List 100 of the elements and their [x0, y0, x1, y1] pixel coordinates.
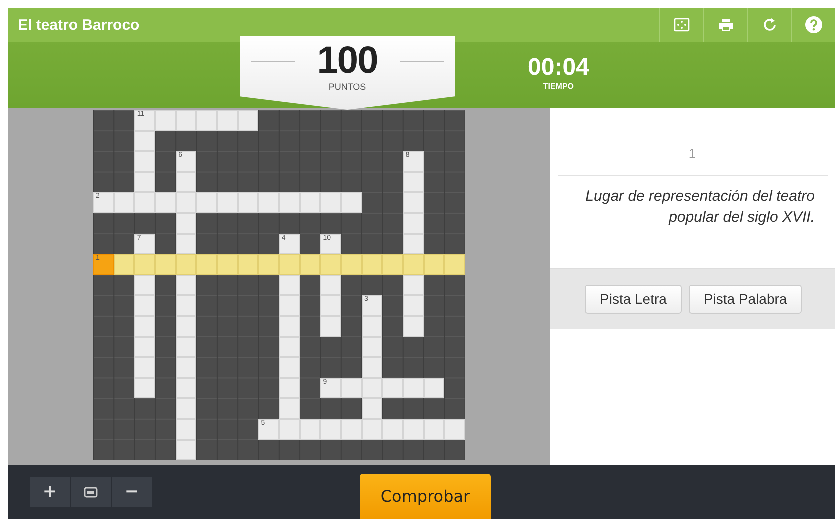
crossword-cell[interactable] — [278, 274, 300, 296]
crossword-cell[interactable] — [362, 418, 382, 440]
crossword-cell[interactable] — [320, 295, 341, 316]
crossword-cell[interactable] — [402, 316, 424, 337]
crossword-cell[interactable] — [134, 172, 155, 192]
crossword-cell[interactable] — [176, 110, 196, 131]
crossword-cell[interactable] — [176, 378, 196, 398]
crossword-cell[interactable] — [402, 234, 424, 254]
crossword-cell[interactable] — [320, 418, 341, 440]
crossword-cell[interactable] — [176, 418, 196, 440]
hint-button[interactable]: Pista Letra — [585, 284, 682, 314]
zoom-out-button[interactable]: − — [112, 477, 153, 507]
crossword-cell[interactable] — [176, 212, 196, 234]
crossword-cell[interactable] — [154, 254, 176, 275]
crossword-cell[interactable] — [340, 418, 362, 440]
crossword-cell[interactable] — [402, 192, 424, 213]
crossword-cell[interactable] — [176, 398, 196, 419]
crossword-cell[interactable] — [424, 378, 444, 398]
activity-title: El teatro Barroco — [17, 16, 140, 34]
crossword-cell[interactable] — [134, 192, 155, 213]
crossword-cell[interactable] — [176, 295, 196, 316]
hint-button[interactable]: Pista Palabra — [688, 284, 802, 314]
crossword-cell[interactable] — [278, 254, 300, 275]
crossword-cell[interactable] — [114, 254, 134, 275]
crossword-cell[interactable] — [362, 254, 382, 275]
crossword-cell[interactable] — [320, 274, 341, 296]
crossword-cell[interactable] — [402, 418, 424, 440]
crossword-cell[interactable] — [176, 316, 196, 337]
crossword-cell[interactable] — [196, 192, 217, 213]
crossword-cell[interactable] — [340, 192, 362, 213]
crossword-cell[interactable] — [258, 254, 279, 275]
crossword-cell[interactable] — [340, 254, 362, 275]
crossword-cell[interactable] — [424, 418, 444, 440]
crossword-cell[interactable] — [134, 316, 155, 337]
crossword-cell[interactable] — [300, 254, 320, 275]
crossword-cell[interactable] — [444, 418, 465, 440]
crossword-cell[interactable] — [320, 316, 341, 337]
fit-button[interactable] — [71, 477, 112, 507]
crossword-cell[interactable] — [238, 110, 258, 131]
fit-screen-icon — [84, 486, 98, 498]
crossword-cell[interactable] — [176, 234, 196, 254]
crossword-cell[interactable] — [300, 192, 320, 213]
zoom-in-button[interactable]: + — [30, 477, 71, 507]
crossword-cell[interactable] — [176, 336, 196, 358]
crossword-cell[interactable] — [362, 398, 382, 419]
crossword-cell[interactable] — [424, 254, 444, 275]
crossword-cell[interactable] — [278, 418, 300, 440]
crossword-cell[interactable] — [402, 254, 424, 275]
crossword-cell[interactable] — [402, 295, 424, 316]
crossword-cell[interactable] — [216, 192, 238, 213]
crossword-cell[interactable] — [402, 378, 424, 398]
crossword-cell[interactable] — [278, 295, 300, 316]
crossword-cell[interactable] — [278, 192, 300, 213]
crossword-cell[interactable] — [362, 336, 382, 358]
crossword-cell[interactable] — [278, 357, 300, 378]
crossword-cell[interactable] — [340, 378, 362, 398]
crossword-cell[interactable] — [154, 192, 176, 213]
crossword-cell[interactable] — [176, 357, 196, 378]
crossword-cell[interactable] — [278, 398, 300, 419]
crossword-cell[interactable] — [176, 254, 196, 275]
score-value: 100 — [317, 40, 378, 82]
crossword-cell[interactable] — [134, 336, 155, 358]
crossword-cell[interactable] — [196, 110, 217, 131]
crossword-cell[interactable] — [320, 192, 341, 213]
crossword-cell[interactable] — [114, 192, 134, 213]
crossword-cell[interactable] — [176, 172, 196, 192]
crossword-cell[interactable] — [382, 378, 403, 398]
crossword-cell[interactable] — [134, 357, 155, 378]
crossword-cell[interactable] — [154, 110, 176, 131]
crossword-cell[interactable] — [134, 274, 155, 296]
crossword-cell[interactable] — [444, 254, 465, 275]
crossword-cell[interactable] — [402, 172, 424, 192]
crossword-cell[interactable] — [320, 254, 341, 275]
crossword-cell[interactable] — [300, 418, 320, 440]
crossword-cell[interactable] — [362, 378, 382, 398]
check-button[interactable]: Comprobar — [360, 474, 491, 519]
crossword-cell[interactable] — [176, 274, 196, 296]
crossword-cell[interactable] — [238, 192, 258, 213]
crossword-cell[interactable] — [134, 151, 155, 172]
crossword-cell[interactable] — [176, 440, 196, 460]
clue-text: Lugar de representación del teatro popular del siglo XVII. — [584, 187, 815, 228]
crossword-cell[interactable] — [216, 254, 238, 275]
crossword-cell[interactable] — [238, 254, 258, 275]
crossword-cell[interactable] — [382, 418, 403, 440]
crossword-cell[interactable] — [176, 192, 196, 213]
crossword-cell[interactable] — [134, 295, 155, 316]
crossword-cell[interactable] — [258, 192, 279, 213]
crossword-cell[interactable] — [382, 254, 403, 275]
crossword-cell[interactable] — [134, 130, 155, 152]
crossword-cell[interactable] — [278, 316, 300, 337]
crossword-cell[interactable] — [402, 212, 424, 234]
crossword-cell[interactable] — [134, 254, 155, 275]
crossword-cell[interactable] — [278, 378, 300, 398]
crossword-cell[interactable] — [278, 336, 300, 358]
crossword-cell[interactable] — [362, 357, 382, 378]
crossword-cell[interactable] — [216, 110, 238, 131]
crossword-cell[interactable] — [362, 316, 382, 337]
crossword-cell[interactable] — [196, 254, 217, 275]
crossword-cell[interactable] — [134, 378, 155, 398]
crossword-cell[interactable] — [402, 274, 424, 296]
